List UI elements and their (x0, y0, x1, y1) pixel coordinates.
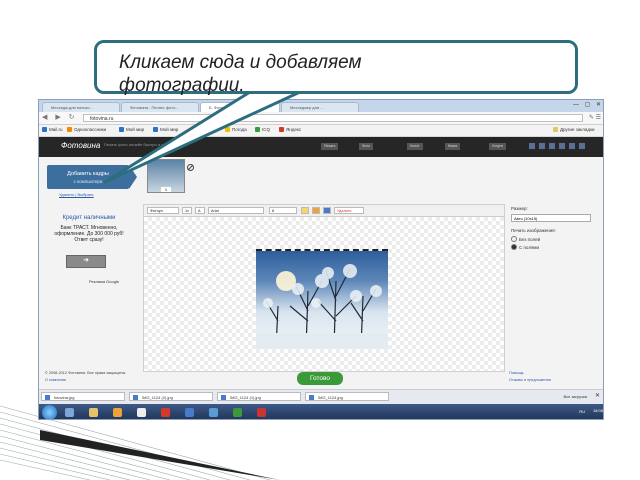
add-photos-arrow (129, 165, 137, 189)
wrench-icon[interactable]: ✎ ☰ (589, 114, 601, 121)
app-icon[interactable] (185, 408, 194, 417)
url-input[interactable]: fotovina.ru (83, 114, 583, 122)
header-nav-item[interactable]: Холст (407, 143, 423, 150)
browser-tab-active[interactable]: Б. Фотовина - Печать... (200, 102, 280, 112)
browser-tab[interactable]: Фотовина - Печать фото... (121, 102, 199, 112)
nav-icons[interactable]: ◀ ▶ ↻ (42, 113, 78, 121)
browser-screenshot: Месседж для пользо... Фотовина - Печать … (38, 99, 604, 420)
add-photos-label: Добавить кадры (67, 171, 109, 177)
close-icon[interactable]: ✕ (595, 392, 600, 399)
social-icon[interactable] (579, 143, 585, 149)
print-mode-radio[interactable]: Без полей (511, 236, 540, 242)
done-button[interactable]: Готово (297, 372, 343, 385)
toolbar-button[interactable]: 1x (182, 207, 192, 214)
site-logo[interactable]: Фотовина (61, 141, 100, 150)
add-photos-button[interactable]: Добавить кадры с компьютера (47, 165, 129, 189)
download-item[interactable]: IMG_1124 (2).jpg (129, 392, 213, 401)
print-mode-radio-selected[interactable]: С полями (511, 244, 539, 250)
sidebar: Добавить кадры с компьютера Удалить | Вы… (39, 157, 139, 387)
footer-link[interactable]: О компании (45, 378, 66, 382)
app-icon[interactable] (257, 408, 266, 417)
font-select[interactable]: Arial (208, 207, 264, 214)
footer-copyright: © 2008-2012 Фотовина. Все права защищены (45, 371, 126, 375)
social-icon[interactable] (529, 143, 535, 149)
bookmark[interactable]: Одноклассники (67, 127, 106, 132)
print-mode-label: Печать изображения: (511, 228, 556, 233)
editor-toolbar: Фотоуп 1x A Arial 8 Удалить (144, 205, 504, 217)
ad-title[interactable]: Кредит наличными (39, 215, 139, 221)
print-options-panel: Размер: Авто (10x15) Печать изображения:… (509, 204, 603, 370)
browser-tab[interactable]: Месседж для пользо... (42, 102, 120, 112)
app-icon[interactable] (233, 408, 242, 417)
bookmark[interactable]: Mail.ru (42, 127, 63, 132)
ad-text: Банк ТРАСТ. Мгновенно, оформление. До 30… (54, 225, 124, 243)
bookmark[interactable]: Мой мир (119, 127, 144, 132)
site-header: Фотовина Печать фото онлайн быстро и нед… (39, 137, 603, 157)
windows-taskbar: RU 18:08 (39, 404, 603, 419)
callout-text: Кликаем сюда и добавляем фотографии. (119, 51, 362, 97)
callout-line-1: Кликаем сюда и добавляем (119, 52, 362, 73)
editor-canvas[interactable] (144, 217, 504, 371)
text-color-icon[interactable] (323, 207, 331, 214)
snowy-trees-image (256, 264, 388, 349)
fill-icon[interactable] (312, 207, 320, 214)
taskbar-clock[interactable]: 18:08 (593, 408, 603, 413)
bookmark[interactable]: Мой мир (153, 127, 178, 132)
media-icon[interactable] (113, 408, 122, 417)
social-icon[interactable] (559, 143, 565, 149)
bookmark-other[interactable]: Другие закладки (553, 127, 594, 132)
photo-links[interactable]: Удалить | Выбрать (59, 192, 94, 197)
header-nav-item[interactable]: Печать (321, 143, 339, 150)
address-bar: ◀ ▶ ↻ fotovina.ru ✎ ☰ (39, 112, 603, 125)
no-entry-icon[interactable] (187, 164, 194, 171)
downloads-bar: fotovina.jpg IMG_1124 (2).jpg IMG_1124 (… (39, 389, 603, 404)
toolbar-button[interactable]: Фотоуп (147, 207, 179, 214)
ads-by-google[interactable]: Реклама Google (89, 279, 119, 284)
download-item[interactable]: IMG_1124 (1).jpg (217, 392, 301, 401)
social-icon[interactable] (569, 143, 575, 149)
tab-bar: Месседж для пользо... Фотовина - Печать … (39, 100, 603, 112)
language-indicator[interactable]: RU (579, 409, 585, 414)
bookmark[interactable]: Погода (225, 127, 247, 132)
ie-icon[interactable] (65, 408, 74, 417)
start-button-icon[interactable] (42, 405, 57, 419)
thumbnail-strip: 1 (143, 157, 193, 193)
size-select[interactable]: Авто (10x15) (511, 214, 591, 222)
footer-feedback-link[interactable]: Отзывы и предложения (509, 378, 551, 382)
site-slogan: Печать фото онлайн быстро и недорого (104, 142, 179, 147)
header-nav-item[interactable]: Книга (445, 143, 461, 150)
download-item[interactable]: fotovina.jpg (41, 392, 125, 401)
header-nav-item[interactable]: Услуги (489, 143, 506, 150)
bookmark[interactable]: ICQ (255, 127, 270, 132)
social-icon[interactable] (549, 143, 555, 149)
photo-thumbnail[interactable]: 1 (147, 159, 185, 193)
app-icon[interactable] (209, 408, 218, 417)
window-controls[interactable]: — ▢ ✕ (573, 101, 603, 108)
show-all-downloads-link[interactable]: Все загрузки (563, 394, 587, 399)
add-photos-sublabel: с компьютера (73, 179, 103, 184)
uploaded-photo[interactable] (256, 249, 388, 349)
bookmark[interactable]: Игры (197, 127, 215, 132)
brush-icon[interactable] (301, 207, 309, 214)
bookmarks-bar: Mail.ru Одноклассники Мой мир Мой мир Иг… (39, 125, 603, 137)
footer-help-link[interactable]: Помощь (509, 371, 524, 375)
browser-tab[interactable]: Месседжер для ... (281, 102, 359, 112)
callout-line-2: фотографии. (119, 75, 245, 96)
chrome-icon[interactable] (137, 408, 146, 417)
ad-arrow-button[interactable]: ➜ (66, 255, 106, 268)
photo-editor: Фотоуп 1x A Arial 8 Удалить (143, 204, 505, 372)
social-icon[interactable] (539, 143, 545, 149)
toolbar-button[interactable]: A (195, 207, 205, 214)
remove-button[interactable]: Удалить (334, 207, 364, 214)
thumbnail-caption: 1 (161, 187, 171, 192)
size-label: Размер: (511, 206, 528, 211)
bookmark[interactable]: Яндекс (279, 127, 301, 132)
header-nav-item[interactable]: Фото (359, 143, 374, 150)
app-icon[interactable] (161, 408, 170, 417)
font-size-select[interactable]: 8 (269, 207, 297, 214)
instruction-callout: Кликаем сюда и добавляем фотографии. (94, 40, 578, 97)
download-item[interactable]: IMG_1124.jpg (305, 392, 389, 401)
explorer-icon[interactable] (89, 408, 98, 417)
